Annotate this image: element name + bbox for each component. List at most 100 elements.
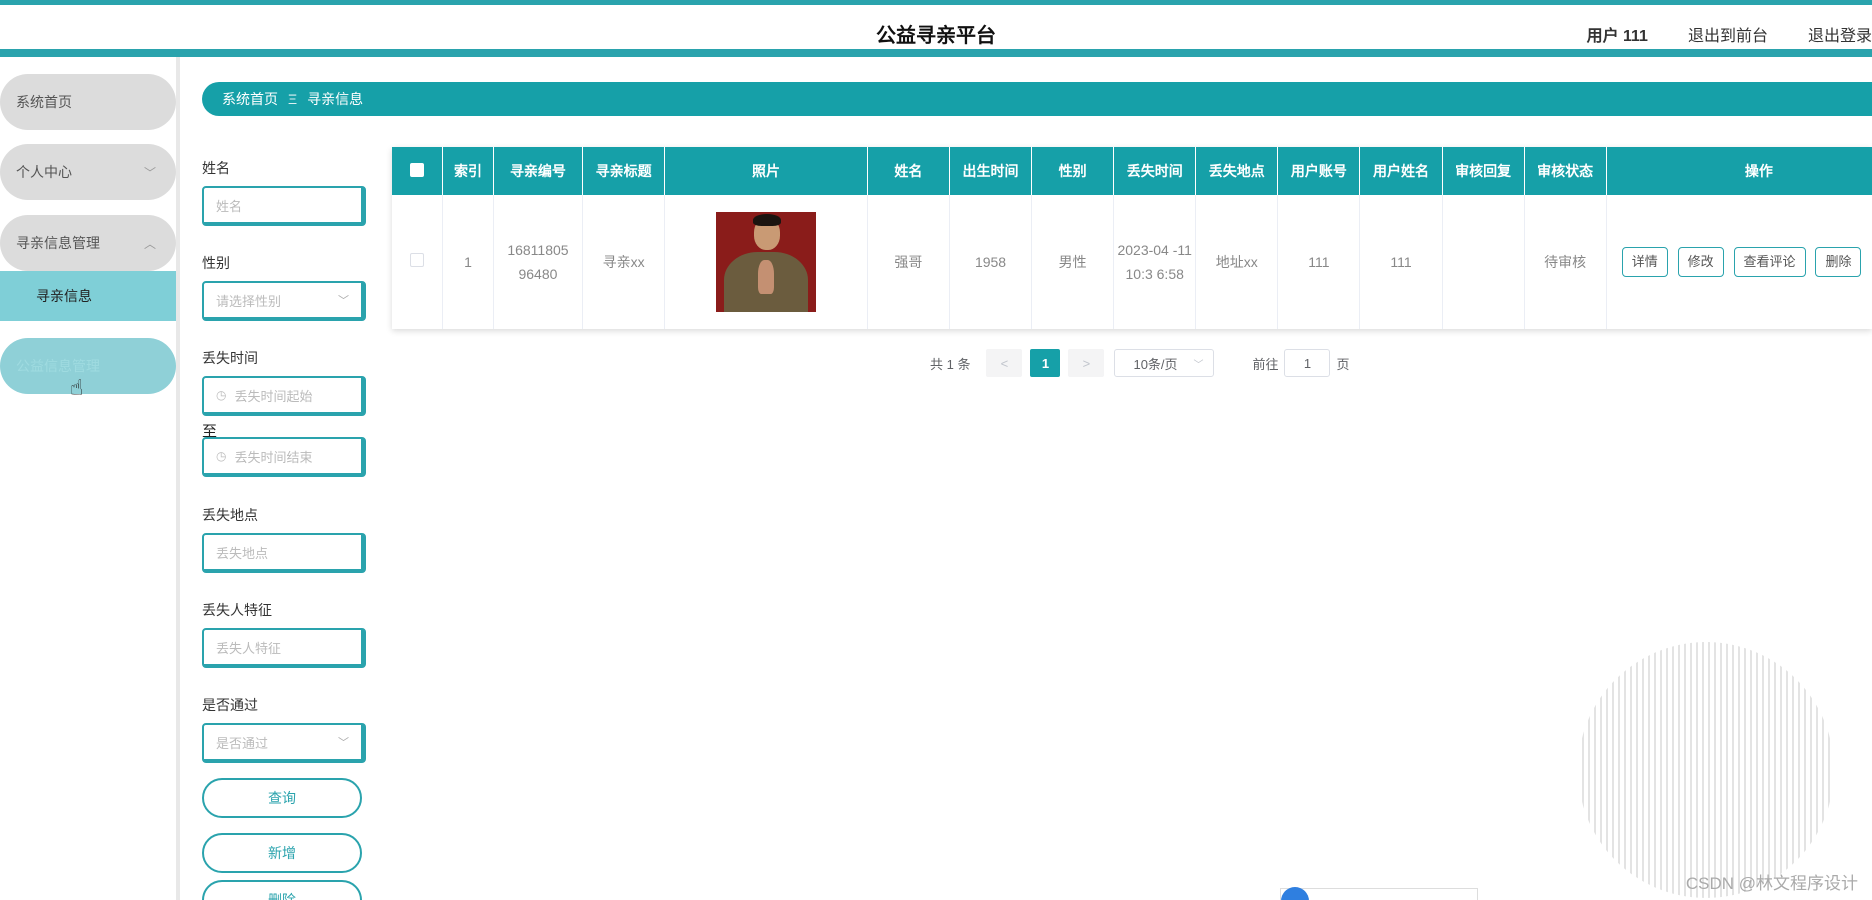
sidebar-item-label: 公益信息管理 [16, 358, 100, 374]
sidebar-item-label: 系统首页 [16, 94, 72, 110]
clock-icon: ◷ [216, 449, 227, 463]
assistant-icon[interactable] [1281, 887, 1309, 900]
column-header: 操作 [1606, 147, 1872, 195]
next-page-button[interactable]: > [1068, 349, 1105, 377]
sidebar-item-label: 寻亲信息管理 [16, 235, 100, 251]
gender-select[interactable]: 请选择性别 ﹀ [202, 281, 366, 321]
lost-time-end-input[interactable]: ◷ 丢失时间结束 [202, 437, 366, 477]
sidebar: 系统首页 个人中心 ﹀ 寻亲信息管理 ︿ 寻亲信息 公益信息管理 ☝ [0, 57, 180, 900]
number-cell: 16811805 96480 [493, 195, 584, 329]
breadcrumb-home[interactable]: 系统首页 [222, 89, 278, 109]
user-name-cell: 111 [1359, 195, 1443, 329]
status-cell: 待审核 [1524, 195, 1607, 329]
chevron-down-icon: ﹀ [1193, 359, 1204, 371]
title-cell: 寻亲xx [582, 195, 666, 329]
column-header: 用户姓名 [1359, 147, 1443, 195]
lost-time-start-placeholder: 丢失时间起始 [234, 388, 313, 404]
lost-time-cell: 2023-04 -11 10:3 6:58 [1113, 195, 1197, 329]
column-header: 审核回复 [1442, 147, 1525, 195]
goto-label: 前往 [1252, 356, 1279, 372]
index-cell: 1 [442, 195, 494, 329]
column-header: 寻亲编号 [493, 147, 584, 195]
birth-cell: 1958 [949, 195, 1033, 329]
breadcrumb-current: 寻亲信息 [307, 91, 364, 107]
person-photo[interactable] [716, 212, 816, 312]
lost-time-label: 丢失时间 [202, 350, 258, 366]
photo-cell [664, 195, 868, 329]
exit-to-front-link[interactable]: 退出到前台 [1688, 22, 1768, 46]
sidebar-item-label: 个人中心 [16, 164, 72, 180]
sidebar-item-home[interactable]: 系统首页 [0, 74, 176, 130]
goto-page-input[interactable]: 1 [1284, 349, 1331, 377]
row-select-cell [392, 195, 444, 329]
header-user-actions: 用户 111 退出到前台 退出登录 [1587, 22, 1872, 46]
detail-button[interactable]: 详情 [1621, 247, 1668, 277]
search-info-table: 索引 寻亲编号 寻亲标题 照片 姓名 出生时间 性别 丢失时间 丢失地点 用户账… [392, 147, 1872, 329]
watermark: CSDN @林文程序设计 [1685, 874, 1858, 893]
floating-toolbar [1280, 887, 1478, 900]
name-label: 姓名 [202, 160, 230, 176]
pagination: 共 1 条 < 1 > 10条/页 ﹀ 前往 1 页 [930, 349, 1350, 377]
column-header: 性别 [1031, 147, 1115, 195]
current-user-label: 用户 111 [1586, 28, 1648, 45]
feature-label: 丢失人特征 [202, 602, 272, 618]
name-cell: 强哥 [867, 195, 950, 329]
delete-button[interactable]: 删除 [202, 880, 362, 900]
chevron-down-icon: ﹀ [143, 165, 156, 180]
column-header: 丢失时间 [1113, 147, 1197, 195]
feature-placeholder: 丢失人特征 [216, 640, 282, 656]
name-placeholder: 姓名 [216, 198, 243, 214]
query-button[interactable]: 查询 [202, 778, 362, 818]
sidebar-item-search-info-management[interactable]: 寻亲信息管理 ︿ [0, 215, 176, 271]
column-header: 用户账号 [1277, 147, 1361, 195]
reply-cell [1442, 195, 1525, 329]
chevron-down-icon: ﹀ [338, 295, 349, 307]
edit-button[interactable]: 修改 [1677, 247, 1724, 277]
lost-place-input[interactable]: 丢失地点 [202, 533, 366, 573]
lost-place-cell: 地址xx [1195, 195, 1279, 329]
decorative-striped-circle [1578, 642, 1834, 898]
passed-label: 是否通过 [202, 697, 258, 713]
name-input[interactable]: 姓名 [202, 186, 366, 226]
app-header: 公益寻亲平台 用户 111 退出到前台 退出登录 [0, 5, 1872, 55]
column-header: 审核状态 [1524, 147, 1607, 195]
column-header: 照片 [664, 147, 868, 195]
feature-input[interactable]: 丢失人特征 [202, 628, 366, 668]
lost-place-placeholder: 丢失地点 [216, 545, 269, 561]
page-number-button[interactable]: 1 [1030, 349, 1061, 377]
lost-time-start-input[interactable]: ◷ 丢失时间起始 [202, 376, 366, 416]
column-header: 寻亲标题 [582, 147, 666, 195]
prev-page-button[interactable]: < [986, 349, 1023, 377]
clock-icon: ◷ [216, 388, 227, 402]
breadcrumb-separator-icon: Ξ [288, 91, 298, 107]
total-count: 共 1 条 [930, 356, 971, 372]
gender-label: 性别 [202, 255, 230, 271]
select-all-cell [392, 147, 444, 195]
passed-select[interactable]: 是否通过 ﹀ [202, 723, 366, 763]
chevron-down-icon: ﹀ [338, 737, 349, 749]
view-comments-button[interactable]: 查看评论 [1733, 247, 1806, 277]
column-header: 姓名 [867, 147, 950, 195]
table-row: 1 16811805 96480 寻亲xx 强哥 1958 男性 2023-04… [392, 195, 1872, 329]
row-delete-button[interactable]: 删除 [1815, 247, 1862, 277]
sidebar-subitem-search-info[interactable]: 寻亲信息 [0, 271, 176, 321]
page-size-select[interactable]: 10条/页 ﹀ [1114, 349, 1215, 377]
column-header: 丢失地点 [1195, 147, 1279, 195]
lost-time-end-placeholder: 丢失时间结束 [234, 449, 313, 465]
page-suffix-label: 页 [1336, 356, 1350, 372]
hand-cursor-icon: ☝ [70, 375, 84, 400]
table-header-row: 索引 寻亲编号 寻亲标题 照片 姓名 出生时间 性别 丢失时间 丢失地点 用户账… [392, 147, 1872, 195]
add-button[interactable]: 新增 [202, 833, 362, 873]
account-cell: 111 [1277, 195, 1361, 329]
actions-cell: 详情 修改 查看评论 删除 [1606, 195, 1872, 329]
logout-link[interactable]: 退出登录 [1808, 22, 1872, 46]
page-size-value: 10条/页 [1133, 356, 1178, 372]
passed-placeholder: 是否通过 [216, 735, 269, 751]
chevron-up-icon: ︿ [143, 236, 156, 251]
column-header: 索引 [442, 147, 494, 195]
sidebar-item-charity-info-management[interactable]: 公益信息管理 [0, 338, 176, 394]
select-all-checkbox[interactable] [410, 162, 425, 177]
row-checkbox[interactable] [410, 253, 425, 267]
sidebar-item-label: 寻亲信息 [36, 288, 92, 304]
sidebar-item-personal-center[interactable]: 个人中心 ﹀ [0, 144, 176, 200]
